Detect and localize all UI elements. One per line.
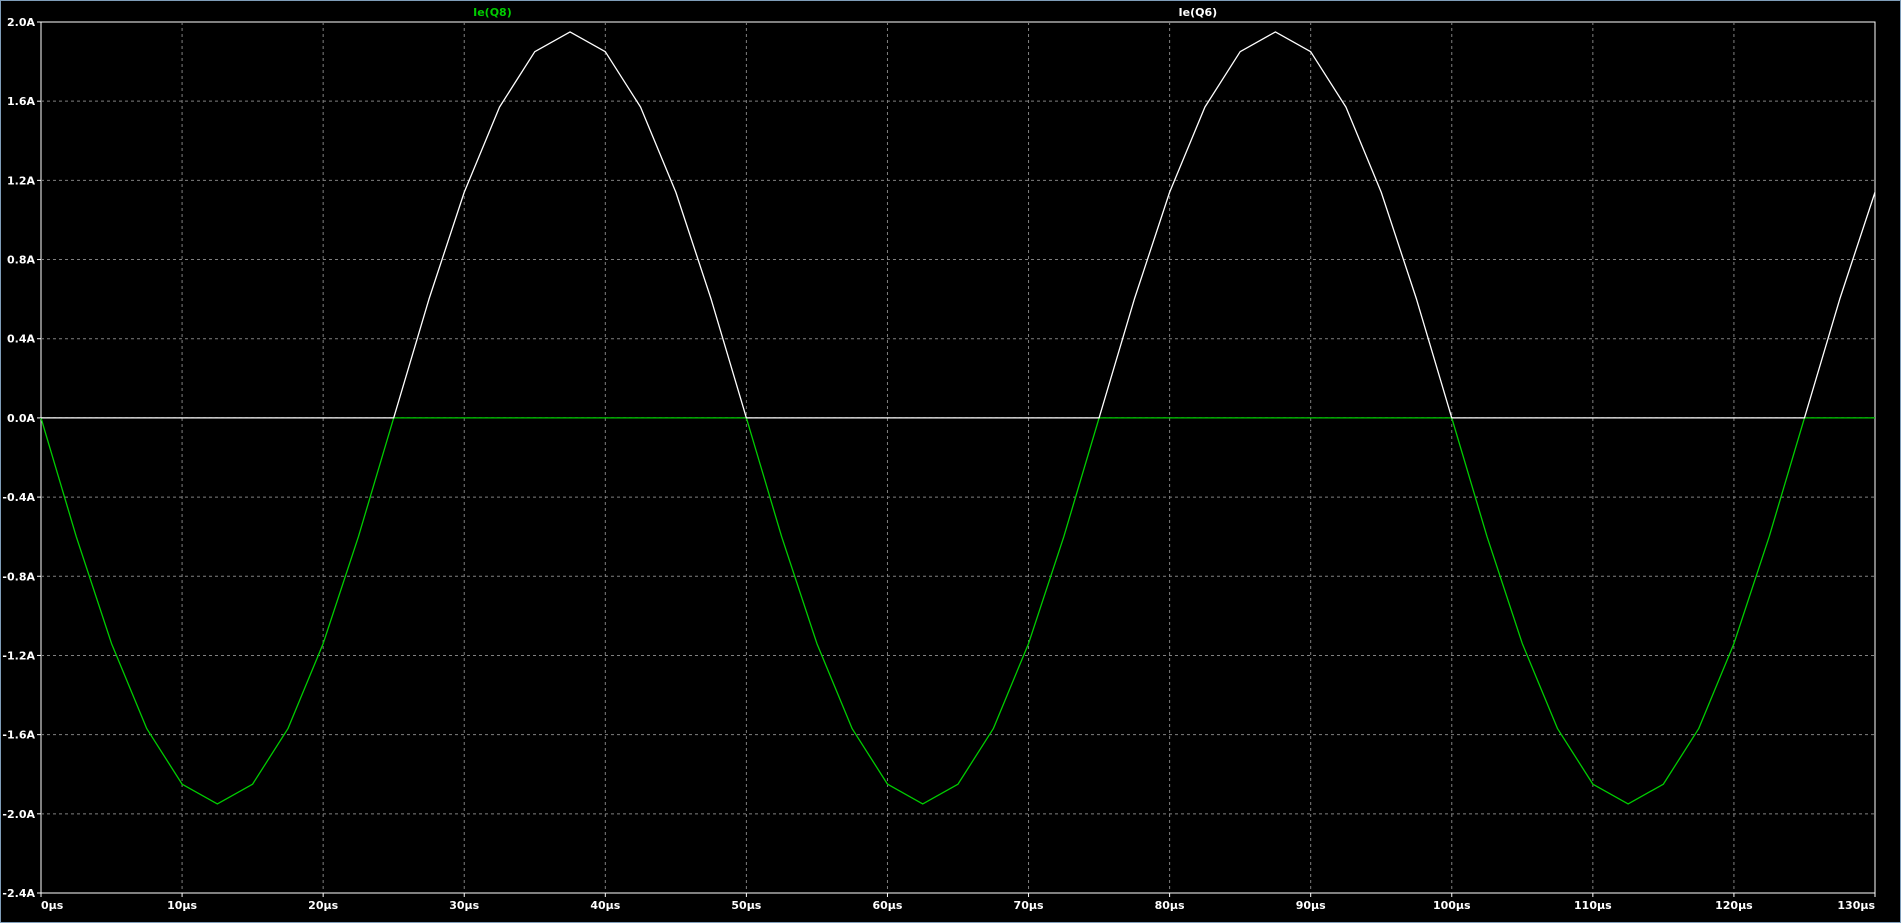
plot-area: [40, 21, 1876, 894]
x-tick-label: 0µs: [41, 899, 64, 912]
y-tick-label: -0.8A: [2, 570, 35, 583]
y-tick-label: 1.2A: [7, 174, 35, 187]
series-line-ieq8: [40, 417, 1875, 805]
x-tick-label: 10µs: [167, 899, 197, 912]
y-tick-label: -1.2A: [2, 649, 35, 662]
x-tick-label: 70µs: [1014, 899, 1044, 912]
y-tick-label: 0.8A: [7, 254, 35, 267]
y-tick-label: -2.4A: [2, 887, 35, 900]
x-tick-label: 90µs: [1296, 899, 1326, 912]
x-tick-label: 130µs: [1837, 899, 1875, 912]
x-tick-label: 110µs: [1574, 899, 1612, 912]
x-tick-label: 80µs: [1155, 899, 1185, 912]
y-tick-label: -2.0A: [2, 808, 35, 821]
y-tick-label: -0.4A: [2, 491, 35, 504]
x-tick-label: 100µs: [1433, 899, 1471, 912]
series-label-ieq6[interactable]: Ie(Q6): [1179, 6, 1218, 19]
x-tick-label: 40µs: [590, 899, 620, 912]
y-tick-label: -1.6A: [2, 729, 35, 742]
series-line-ieq6: [41, 31, 1876, 419]
y-tick-label: 1.6A: [7, 95, 35, 108]
x-tick-label: 30µs: [449, 899, 479, 912]
y-tick-label: 0.0A: [7, 412, 35, 425]
x-tick-label: 20µs: [308, 899, 338, 912]
x-tick-label: 50µs: [731, 899, 761, 912]
series-label-ieq8[interactable]: Ie(Q8): [473, 6, 512, 19]
y-tick-label: 2.0A: [7, 16, 35, 29]
x-tick-label: 120µs: [1715, 899, 1753, 912]
x-tick-label: 60µs: [872, 899, 902, 912]
y-tick-label: 0.4A: [7, 333, 35, 346]
waveform-plot[interactable]: 0µs 10µs 20µs 30µs 40µs 50µs 60µs 70µs 80µs 90µs 1…: [0, 0, 1901, 923]
